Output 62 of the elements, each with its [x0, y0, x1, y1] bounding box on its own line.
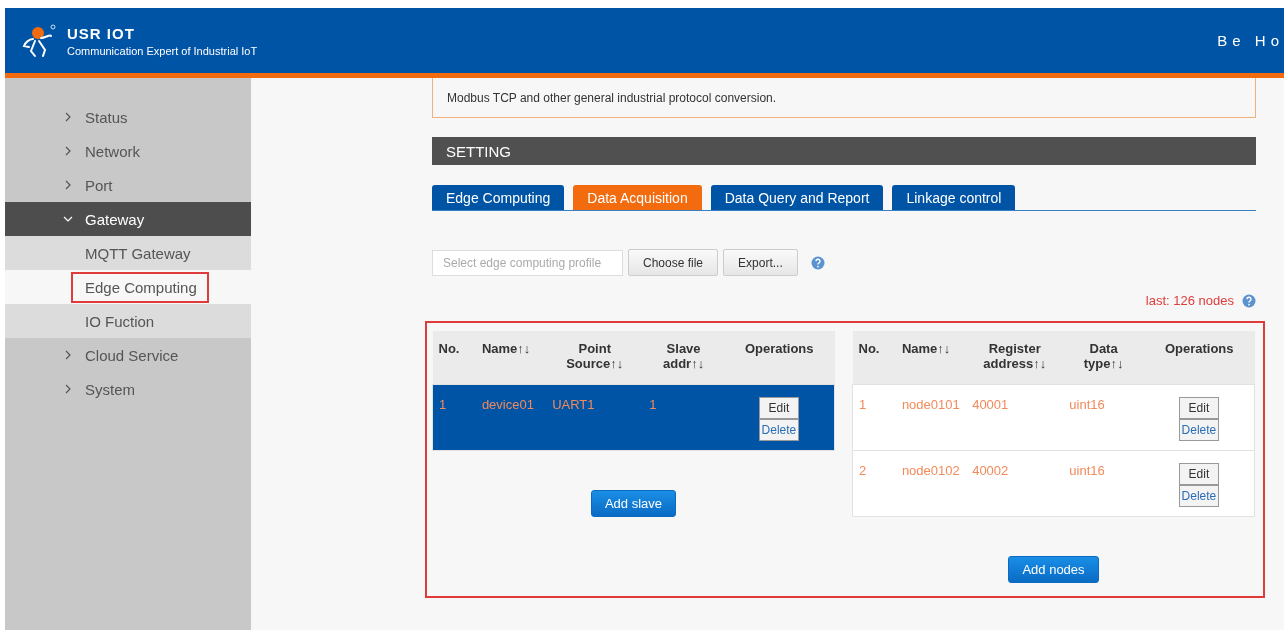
table-cell: 1	[432, 384, 476, 451]
sidebar-item[interactable]: Gateway	[5, 202, 251, 236]
sidebar-item[interactable]: Port	[5, 168, 251, 202]
delete-button[interactable]: Delete	[1178, 485, 1220, 507]
column-header[interactable]: Register address↑↓	[966, 331, 1064, 385]
logo-icon	[21, 23, 57, 58]
table-cell: uint16	[1063, 384, 1144, 451]
table-cell: 40002	[966, 450, 1064, 517]
section-title: SETTING	[432, 137, 1256, 165]
brand-name: USR IOT	[67, 24, 136, 42]
table-cell: 40001	[966, 384, 1064, 451]
sidebar-item[interactable]: MQTT Gateway	[5, 236, 251, 270]
sidebar-item[interactable]: IO Fuction	[5, 304, 251, 338]
help-icon[interactable]	[810, 255, 825, 270]
export-button[interactable]: Export...	[723, 249, 798, 276]
table-cell: 2	[852, 450, 896, 517]
sidebar-item[interactable]: Status	[5, 100, 251, 134]
edit-button[interactable]: Edit	[1178, 397, 1219, 419]
delete-button[interactable]: Delete	[1178, 419, 1220, 441]
chevron-icon	[63, 146, 73, 156]
column-header[interactable]: Slave addr↑↓	[643, 331, 724, 385]
header-text: Be Ho	[1217, 32, 1284, 49]
column-header[interactable]: Point Source↑↓	[546, 331, 644, 385]
chevron-icon	[63, 384, 73, 394]
profile-field[interactable]: Select edge computing profile	[432, 249, 623, 276]
column-header: No.	[852, 331, 896, 385]
choose-file-button[interactable]: Choose file	[628, 249, 719, 276]
table-cell: node0101	[895, 384, 967, 451]
table-row[interactable]: 2 node0102 40002 uint16 Edit Delete	[852, 450, 1255, 517]
add-button[interactable]: Add nodes	[1008, 556, 1099, 583]
table-cell: UART1	[546, 384, 644, 451]
tab[interactable]: Data Query and Report	[710, 185, 884, 210]
tab[interactable]: Linkage control	[892, 185, 1016, 210]
chevron-icon	[63, 180, 73, 190]
tab[interactable]: Edge Computing	[432, 185, 565, 210]
column-header[interactable]: Name↑↓	[475, 331, 547, 385]
table-cell: uint16	[1063, 450, 1144, 517]
sidebar-item[interactable]: Cloud Service	[5, 338, 251, 372]
column-header[interactable]: Name↑↓	[895, 331, 967, 385]
column-header: No.	[432, 331, 476, 385]
chevron-icon	[63, 214, 73, 224]
column-header: Operations	[1143, 331, 1255, 385]
node-count: last: 126 nodes	[1145, 293, 1234, 308]
brand-tagline: Communication Expert of Industrial IoT	[67, 44, 258, 57]
table-cell: device01	[475, 384, 547, 451]
delete-button[interactable]: Delete	[758, 419, 800, 441]
chevron-icon	[63, 350, 73, 360]
edit-button[interactable]: Edit	[758, 397, 799, 419]
table-cell: 1	[852, 384, 896, 451]
help-icon[interactable]	[1242, 293, 1256, 308]
notice-box: Modbus TCP and other general industrial protocol conversion.	[432, 78, 1256, 118]
sidebar-item[interactable]: Edge Computing	[5, 270, 251, 304]
chevron-icon	[63, 112, 73, 122]
edit-button[interactable]: Edit	[1178, 463, 1219, 485]
table-cell: node0102	[895, 450, 967, 517]
column-header[interactable]: Data type↑↓	[1063, 331, 1144, 385]
table-cell: 1	[643, 384, 724, 451]
sidebar-item[interactable]: Network	[5, 134, 251, 168]
column-header: Operations	[723, 331, 835, 385]
table-row[interactable]: 1 node0101 40001 uint16 Edit Delete	[852, 384, 1255, 451]
sidebar-item[interactable]: System	[5, 372, 251, 406]
add-button[interactable]: Add slave	[590, 490, 677, 517]
